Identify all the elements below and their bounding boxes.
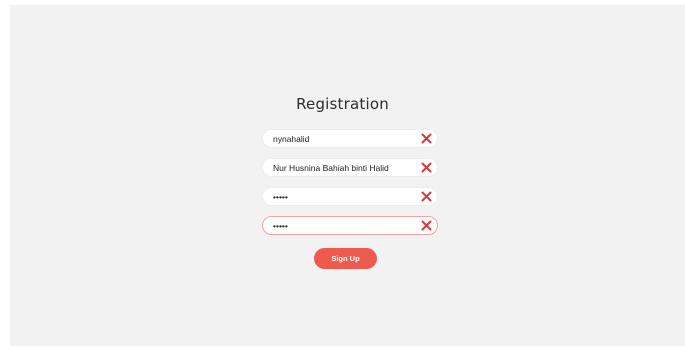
clear-username-icon[interactable]: [421, 133, 432, 144]
username-field: [262, 129, 438, 148]
clear-password-icon[interactable]: [421, 191, 432, 202]
clear-confirm-password-icon[interactable]: [421, 220, 432, 231]
fullname-input[interactable]: [273, 160, 413, 175]
password-input[interactable]: [273, 189, 413, 204]
sign-up-button[interactable]: Sign Up: [314, 248, 377, 269]
clear-fullname-icon[interactable]: [421, 162, 432, 173]
page-title: Registration: [296, 95, 389, 113]
username-input[interactable]: [273, 131, 413, 146]
fullname-field: [262, 158, 438, 177]
confirm-password-input[interactable]: [273, 218, 413, 233]
confirm-password-field: [262, 216, 438, 235]
password-field: [262, 187, 438, 206]
